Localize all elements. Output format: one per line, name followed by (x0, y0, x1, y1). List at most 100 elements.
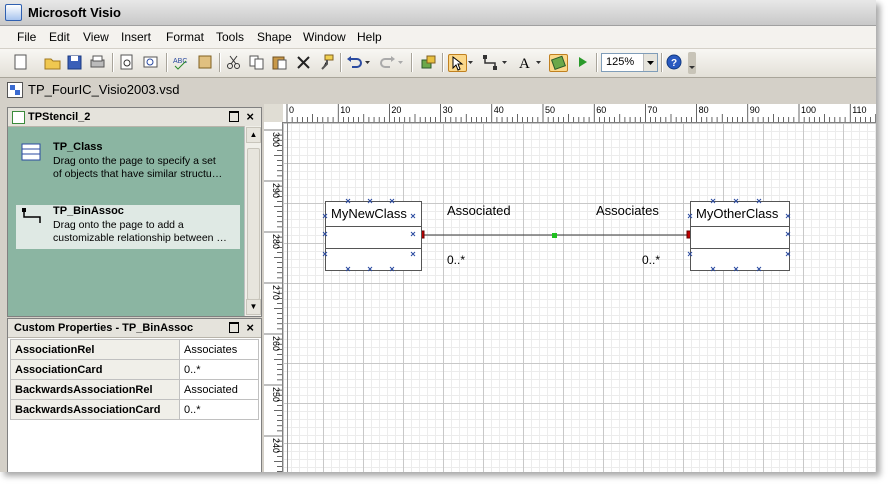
menu-view[interactable]: View (83, 30, 109, 44)
connection-point-marker (785, 231, 791, 237)
property-key: BackwardsAssociationCard (10, 399, 180, 420)
connection-point-marker (367, 266, 373, 272)
cardinality-right[interactable]: 0..* (642, 253, 660, 267)
menu-shape[interactable]: Shape (257, 30, 292, 44)
property-key: AssociationCard (10, 359, 180, 380)
document-icon (7, 82, 23, 98)
property-value[interactable]: 0..* (179, 359, 259, 380)
ruler-tick-label: 80 (699, 105, 709, 115)
scroll-thumb[interactable] (247, 148, 260, 300)
help-icon[interactable]: ? (666, 54, 683, 70)
ruler-tick-label: 110 (852, 105, 866, 115)
title-bar: Microsoft Visio (0, 0, 876, 26)
cut-icon[interactable] (225, 54, 242, 70)
minimize-icon[interactable] (229, 111, 239, 122)
delete-icon[interactable] (295, 54, 312, 70)
print-preview-icon[interactable] (118, 54, 135, 70)
vertical-ruler[interactable]: 300 290 280 270 260 250 240 (264, 122, 283, 472)
chevron-down-icon[interactable] (643, 54, 657, 71)
close-icon[interactable]: × (246, 109, 254, 124)
menu-bar: File Edit View Insert Format Tools Shape… (0, 26, 876, 48)
connection-point-marker (733, 198, 739, 204)
connection-point-icon[interactable] (549, 54, 568, 72)
stencil-pane: TPStencil_2 × TP_Class Drag onto the pag… (7, 107, 262, 317)
horizontal-ruler[interactable]: 0 10 20 30 40 50 60 70 80 90 100 110 (283, 104, 876, 123)
properties-title: Custom Properties - TP_BinAssoc (14, 322, 194, 334)
document-name: TP_FourIC_Visio2003.vsd (28, 82, 180, 97)
minimize-icon[interactable] (229, 322, 239, 333)
redo-icon[interactable] (379, 54, 396, 70)
menu-file[interactable]: File (17, 30, 36, 44)
menu-format[interactable]: Format (166, 30, 204, 44)
menu-insert[interactable]: Insert (121, 30, 151, 44)
menu-help[interactable]: Help (357, 30, 382, 44)
stencil-item-name: TP_BinAssoc (53, 205, 124, 217)
scroll-down-icon[interactable]: ▼ (246, 299, 261, 315)
cardinality-left[interactable]: 0..* (447, 253, 465, 267)
ruler-tick-label: 280 (271, 234, 281, 249)
shapes-icon[interactable] (420, 54, 437, 70)
connection-point-marker (367, 198, 373, 204)
property-key: AssociationRel (10, 339, 180, 360)
connection-point-marker (410, 251, 416, 257)
format-painter-icon[interactable] (318, 54, 335, 70)
scroll-up-icon[interactable]: ▲ (246, 127, 261, 143)
ruler-tick-label: 270 (271, 285, 281, 300)
open-icon[interactable] (44, 54, 61, 70)
table-row: AssociationRel Associates (10, 339, 259, 360)
menu-edit[interactable]: Edit (49, 30, 70, 44)
connection-point-marker (410, 213, 416, 219)
pointer-dropdown-icon[interactable] (467, 54, 475, 70)
zoom-select[interactable]: 125% (601, 53, 658, 72)
association-role-left[interactable]: Associated (447, 203, 511, 218)
connection-point-marker (710, 266, 716, 272)
paste-icon[interactable] (271, 54, 288, 70)
menu-tools[interactable]: Tools (216, 30, 244, 44)
property-value[interactable]: Associates (179, 339, 259, 360)
document-title-bar: TP_FourIC_Visio2003.vsd (0, 79, 876, 101)
text-dropdown-icon[interactable] (535, 54, 543, 70)
toolbar-options-icon[interactable] (688, 52, 696, 74)
properties-header: Custom Properties - TP_BinAssoc × (8, 319, 261, 338)
ruler-tick-label: 100 (801, 105, 816, 115)
connector-icon[interactable] (482, 54, 499, 70)
connector-dropdown-icon[interactable] (501, 54, 509, 70)
redo-dropdown-icon[interactable] (397, 54, 405, 70)
connection-point-marker (687, 251, 693, 257)
stencil-item-name: TP_Class (53, 141, 103, 153)
association-role-right[interactable]: Associates (596, 203, 659, 218)
close-icon[interactable]: × (246, 320, 254, 335)
print-icon[interactable] (89, 54, 106, 70)
menu-window[interactable]: Window (303, 30, 346, 44)
property-value[interactable]: 0..* (179, 399, 259, 420)
ruler-tick-label: 240 (271, 438, 281, 453)
save-icon[interactable] (66, 54, 83, 70)
ruler-tick-label: 90 (750, 105, 760, 115)
research-icon[interactable] (142, 54, 159, 70)
svg-text:A: A (519, 56, 530, 70)
copy-icon[interactable] (248, 54, 265, 70)
connection-point-marker (322, 213, 328, 219)
properties-table: AssociationRel Associates AssociationCard… (10, 339, 259, 420)
stencil-scrollbar[interactable]: ▲ ▼ (244, 126, 261, 316)
property-value[interactable]: Associated (179, 379, 259, 400)
research-book-icon[interactable] (197, 54, 214, 70)
ruler-tick-label: 50 (545, 105, 555, 115)
new-icon[interactable] (12, 54, 29, 70)
app-title: Microsoft Visio (28, 5, 121, 20)
zoom-value: 125% (606, 56, 635, 68)
connection-point-marker (733, 266, 739, 272)
ruler-tick-label: 30 (443, 105, 453, 115)
text-icon[interactable]: A (516, 54, 533, 70)
undo-dropdown-icon[interactable] (364, 54, 372, 70)
run-icon[interactable] (574, 54, 591, 70)
undo-icon[interactable] (346, 54, 363, 70)
stencil-item-tp-class[interactable]: TP_Class Drag onto the page to specify a… (16, 141, 240, 185)
pointer-icon[interactable] (448, 54, 467, 72)
stencil-item-tp-binassoc[interactable]: TP_BinAssoc Drag onto the page to add a … (16, 205, 240, 249)
property-key: BackwardsAssociationRel (10, 379, 180, 400)
connection-point-marker (345, 198, 351, 204)
connection-point-marker (756, 198, 762, 204)
connection-points-layer (322, 198, 791, 272)
spelling-icon[interactable]: ABC (172, 54, 189, 70)
